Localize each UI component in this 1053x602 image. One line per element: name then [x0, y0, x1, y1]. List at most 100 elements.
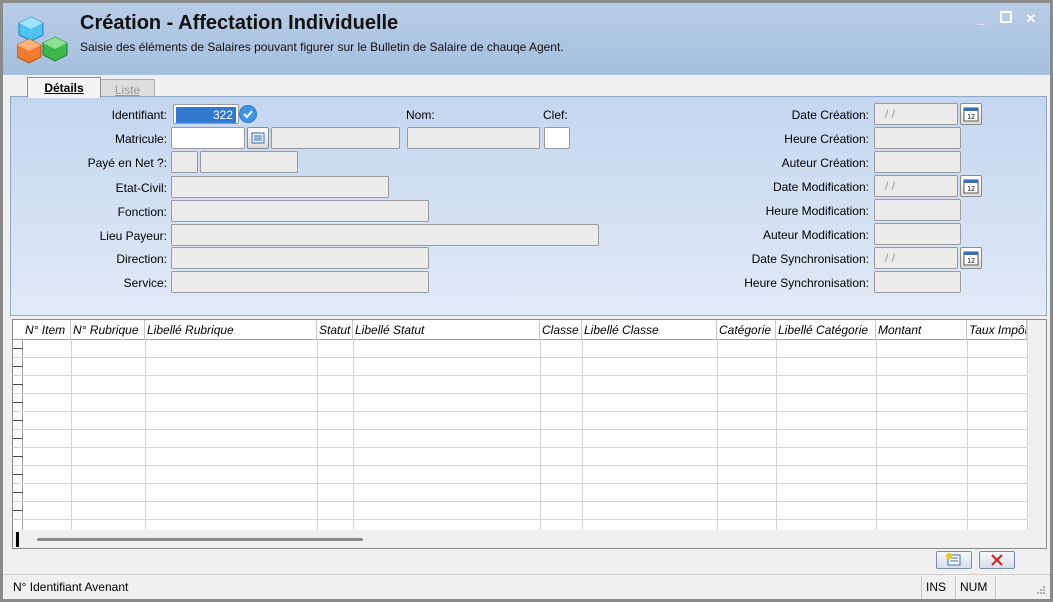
table-row[interactable] [13, 358, 1027, 376]
date-creation-calendar-button[interactable]: 12 [960, 103, 982, 125]
date-creation-label: Date Création: [791, 108, 869, 122]
column-header[interactable]: Libellé Statut [353, 320, 540, 340]
status-message: N° Identifiant Avenant [13, 580, 129, 594]
svg-text:12: 12 [967, 258, 975, 265]
maximize-button[interactable] [997, 11, 1015, 27]
date-modification-calendar-button[interactable]: 12 [960, 175, 982, 197]
auteur-modification-label: Auteur Modification: [762, 228, 869, 242]
colored-cubes-icon [17, 16, 68, 64]
title-header: Création - Affectation Individuelle Sais… [3, 3, 1050, 75]
heure-creation-field [874, 127, 961, 149]
matricule-lookup-button[interactable] [247, 127, 269, 149]
cancel-button[interactable] [979, 551, 1015, 569]
table-row[interactable] [13, 430, 1027, 448]
matricule-label: Matricule: [114, 132, 167, 146]
table-row[interactable] [13, 394, 1027, 412]
horizontal-scroll-thumb[interactable] [37, 538, 363, 541]
num-indicator: NUM [955, 576, 995, 599]
table-row[interactable] [13, 502, 1027, 520]
close-icon [991, 554, 1003, 566]
column-header[interactable]: Statut [317, 320, 353, 340]
calendar-icon: 12 [963, 107, 979, 122]
heure-synchronisation-label: Heure Synchronisation: [744, 276, 869, 290]
row-tick [13, 348, 23, 349]
items-table[interactable]: N° Item N° Rubrique Libellé Rubrique Sta… [12, 319, 1047, 549]
lieu-payeur-label: Lieu Payeur: [99, 229, 167, 243]
direction-label: Direction: [116, 252, 167, 266]
date-modification-field: / / [874, 175, 958, 197]
identifiant-label: Identifiant: [111, 108, 167, 122]
matricule-field[interactable] [171, 127, 245, 149]
direction-field [171, 247, 429, 269]
identifiant-field[interactable]: 322 [173, 104, 239, 124]
ins-indicator: INS [921, 576, 955, 599]
svg-text:12: 12 [967, 186, 975, 193]
date-synchronisation-value: / / [885, 251, 896, 265]
column-divider [776, 340, 777, 530]
paye-net-label: Payé en Net ?: [87, 156, 167, 170]
tab-bar: Détails Liste [3, 75, 1050, 98]
row-tick [13, 492, 23, 493]
maximize-icon [1000, 11, 1012, 23]
column-header[interactable]: Libellé Rubrique [145, 320, 317, 340]
clef-field[interactable] [544, 127, 570, 149]
close-button[interactable]: ✕ [1022, 11, 1040, 27]
date-creation-value: / / [885, 107, 896, 121]
column-divider [317, 340, 318, 530]
table-row[interactable] [13, 466, 1027, 484]
matricule-name-field [271, 127, 400, 149]
date-modification-value: / / [885, 179, 896, 193]
table-row[interactable] [13, 412, 1027, 430]
column-header[interactable]: N° Item [23, 320, 71, 340]
new-record-button[interactable] [936, 551, 972, 569]
column-header[interactable]: Classe [540, 320, 582, 340]
calendar-icon: 12 [963, 179, 979, 194]
column-divider [145, 340, 146, 530]
column-header[interactable]: Libellé Catégorie [776, 320, 876, 340]
row-tick [13, 420, 23, 421]
table-row[interactable] [13, 484, 1027, 502]
row-tick [13, 366, 23, 367]
lieu-payeur-field [171, 224, 599, 246]
column-divider [876, 340, 877, 530]
vertical-scrollbar[interactable] [1027, 320, 1046, 530]
column-divider [582, 340, 583, 530]
new-record-icon [946, 553, 961, 566]
table-row[interactable] [13, 376, 1027, 394]
window-subtitle: Saisie des éléments de Salaires pouvant … [80, 40, 564, 54]
date-synchronisation-calendar-button[interactable]: 12 [960, 247, 982, 269]
horizontal-scrollbar[interactable] [13, 530, 1046, 548]
nom-label: Nom: [406, 108, 435, 122]
auteur-creation-label: Auteur Création: [781, 156, 869, 170]
column-header[interactable]: Montant [876, 320, 967, 340]
svg-text:12: 12 [967, 114, 975, 121]
validate-check-icon[interactable] [239, 105, 257, 123]
date-synchronisation-label: Date Synchronisation: [751, 252, 869, 266]
clef-label: Clef: [543, 108, 568, 122]
row-cursor [16, 532, 19, 547]
column-divider [717, 340, 718, 530]
service-label: Service: [123, 276, 167, 290]
auteur-creation-field [874, 151, 961, 173]
row-tick [13, 510, 23, 511]
minimize-button[interactable]: _ [972, 11, 990, 27]
tab-details[interactable]: Détails [27, 77, 101, 98]
details-form-panel: Identifiant: 322 Nom: Clef: Matricule: P… [10, 96, 1047, 316]
resize-grip-icon[interactable] [1036, 585, 1046, 595]
table-row[interactable] [13, 448, 1027, 466]
column-header[interactable]: Taux Impôt [967, 320, 1027, 340]
row-tick [13, 474, 23, 475]
table-row[interactable] [13, 340, 1027, 358]
paye-net-label-field [200, 151, 298, 173]
paye-net-code-field[interactable] [171, 151, 198, 173]
column-header[interactable]: Libellé Classe [582, 320, 717, 340]
column-divider [353, 340, 354, 530]
nom-field [407, 127, 540, 149]
date-creation-field: / / [874, 103, 958, 125]
main-window: Création - Affectation Individuelle Sais… [0, 0, 1053, 602]
column-header[interactable]: N° Rubrique [71, 320, 145, 340]
status-bar: N° Identifiant Avenant INS NUM [3, 574, 1050, 599]
column-header[interactable]: Catégorie [717, 320, 776, 340]
service-field [171, 271, 429, 293]
etat-civil-field [171, 176, 389, 198]
